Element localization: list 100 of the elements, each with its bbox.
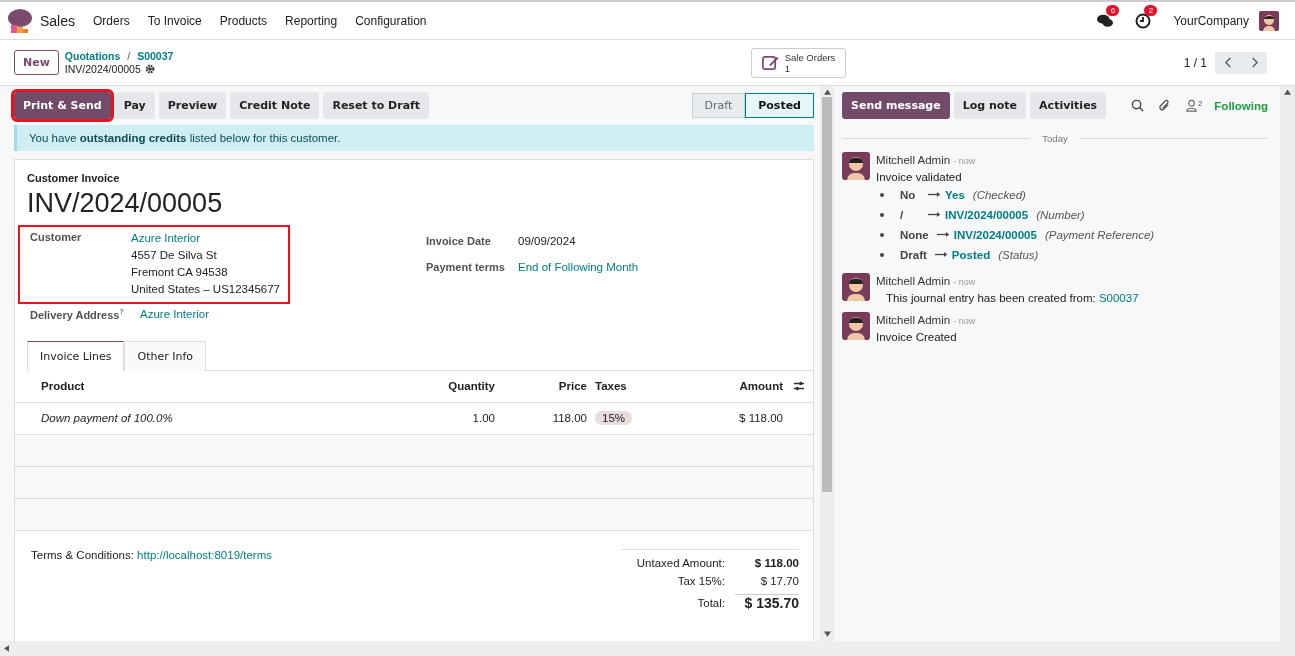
new-value: INV/2024/00005: [945, 209, 1029, 221]
action-button[interactable]: Preview: [158, 92, 227, 119]
edit-icon: [761, 54, 779, 71]
avatar-icon: [842, 152, 870, 180]
tab[interactable]: Invoice Lines: [27, 340, 125, 371]
menu-item[interactable]: Orders: [93, 13, 130, 28]
chatter-button[interactable]: Activities: [1030, 92, 1107, 119]
column-header: Amount: [738, 380, 783, 393]
message-author: Mitchell Admin: [876, 314, 951, 326]
search-icon[interactable]: [1130, 99, 1144, 112]
total-label: Untaxed Amount:: [636, 556, 725, 569]
bullet-icon: [880, 253, 884, 257]
paperclip-icon[interactable]: [1157, 99, 1171, 112]
arrow-icon: [928, 211, 941, 218]
address-line: Fremont CA 94538: [131, 265, 229, 279]
breadcrumb-link[interactable]: Quotations: [64, 50, 121, 62]
previous-button[interactable]: [1215, 51, 1241, 74]
scrollbar-thumb[interactable]: [822, 97, 832, 492]
follower-count: 2: [1197, 99, 1203, 108]
chatter-button[interactable]: Log note: [953, 92, 1027, 119]
record-name: INV/2024/00005: [64, 63, 141, 75]
column-header: Quantity: [447, 380, 495, 393]
scroll-up-icon[interactable]: [823, 89, 831, 95]
column-header: Price: [557, 380, 587, 393]
field-name: (Checked): [972, 189, 1026, 201]
menu-item[interactable]: Products: [219, 13, 268, 28]
activity-count: 2: [1144, 4, 1158, 16]
column-header: Product: [41, 380, 86, 393]
field-name: (Payment Reference): [1044, 229, 1155, 241]
field-label: Customer: [30, 231, 83, 245]
terms-link[interactable]: http://localhost:8019/terms: [137, 548, 272, 561]
breadcrumb-link[interactable]: S00037: [137, 50, 174, 62]
chat-icon[interactable]: [1097, 12, 1114, 29]
total-value: $ 118.00: [753, 556, 799, 569]
table-cell-text: Down payment of 100.0%: [41, 412, 174, 425]
table-cell-text: $ 118.00: [738, 412, 783, 425]
column-header: Taxes: [594, 380, 628, 393]
delivery-link[interactable]: Azure Interior: [140, 308, 210, 321]
info-alert: You have outstanding credits listed below for this customer.: [14, 125, 814, 151]
action-button[interactable]: Credit Note: [230, 92, 320, 119]
field-label: Delivery Address: [30, 308, 120, 321]
scroll-down-icon[interactable]: [823, 631, 831, 637]
field-value[interactable]: End of Following Month: [518, 261, 639, 273]
menu-item[interactable]: Reporting: [285, 13, 338, 28]
chatter-button[interactable]: Send message: [842, 92, 950, 119]
total-value: $ 135.70: [735, 594, 799, 612]
app-logo-icon[interactable]: [6, 7, 34, 34]
clock-icon[interactable]: [1135, 12, 1152, 29]
total-label: Tax 15%:: [677, 574, 725, 587]
document-type: Customer Invoice: [26, 172, 121, 184]
bullet-icon: [880, 193, 884, 197]
tax-tag: 15%: [595, 411, 633, 426]
date-separator: Today: [1042, 133, 1068, 144]
chevron-left-icon: [1223, 57, 1233, 68]
new-button[interactable]: New: [14, 50, 59, 75]
pager-counter: 1 / 1: [1183, 55, 1207, 70]
menu-item[interactable]: Configuration: [355, 13, 427, 28]
app-name[interactable]: Sales: [40, 12, 76, 29]
tab[interactable]: Other Info: [124, 340, 207, 371]
field-name: (Status): [998, 249, 1039, 261]
table-cell-text: 118.00: [551, 412, 587, 425]
customer-link[interactable]: Azure Interior: [131, 231, 280, 245]
gear-icon[interactable]: [144, 64, 155, 74]
message-text: Invoice validated: [876, 170, 963, 185]
status-step[interactable]: Posted: [745, 93, 814, 118]
avatar-icon: [842, 273, 870, 301]
terms-label: Terms & Conditions:: [31, 548, 134, 561]
action-button[interactable]: Print & Send: [14, 92, 111, 119]
next-button[interactable]: [1241, 51, 1267, 74]
field-label: Invoice Date: [426, 235, 492, 247]
arrow-icon: [934, 251, 948, 258]
scroll-left-icon[interactable]: [4, 645, 9, 652]
arrow-icon: [928, 191, 941, 198]
total-label: Total:: [697, 596, 725, 609]
message-count: 6: [1106, 4, 1120, 16]
action-button[interactable]: Pay: [114, 92, 155, 119]
message-time: - now: [953, 156, 976, 166]
old-value: No: [900, 188, 917, 203]
field-name: (Number): [1036, 209, 1085, 221]
message-text: Invoice Created: [876, 330, 958, 345]
invoice-number: INV/2024/00005: [26, 188, 224, 219]
address-line: United States – US12345677: [131, 282, 280, 296]
table-cell-text: 1.00: [471, 412, 495, 425]
old-value: Draft: [900, 248, 927, 263]
person-icon[interactable]: [1184, 99, 1198, 112]
column-settings-icon[interactable]: [793, 381, 805, 392]
bullet-icon: [880, 213, 884, 217]
order-link[interactable]: S00037: [1098, 292, 1139, 304]
avatar-icon[interactable]: [1259, 10, 1279, 31]
message-author: Mitchell Admin: [876, 275, 951, 287]
company-name[interactable]: YourCompany: [1173, 13, 1249, 28]
address-line: 4557 De Silva St: [131, 248, 218, 262]
message-text: This journal entry has been created from:: [886, 292, 1096, 304]
sale-orders-button[interactable]: Sale Orders 1: [750, 47, 847, 78]
message-author: Mitchell Admin: [876, 154, 951, 166]
menu-item[interactable]: To Invoice: [147, 13, 202, 28]
status-step[interactable]: Draft: [691, 93, 746, 118]
action-button[interactable]: Reset to Draft: [323, 92, 430, 119]
scroll-up-icon[interactable]: [1284, 89, 1291, 95]
message-time: - now: [953, 277, 976, 287]
